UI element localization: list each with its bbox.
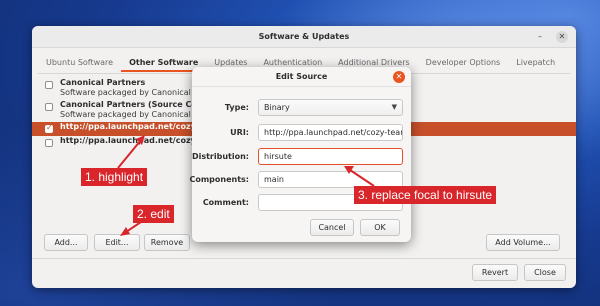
source-checkbox[interactable] (45, 81, 53, 89)
close-icon[interactable]: ✕ (393, 71, 405, 83)
tab-ubuntu-software[interactable]: Ubuntu Software (38, 54, 121, 72)
minimize-icon[interactable]: – (534, 31, 546, 43)
revert-button[interactable]: Revert (472, 264, 518, 281)
components-label: Components: (189, 175, 249, 184)
source-checkbox[interactable] (45, 139, 53, 147)
add-button[interactable]: Add... (44, 234, 88, 251)
window-title: Software & Updates (258, 32, 350, 41)
window-titlebar: Software & Updates – ✕ (32, 26, 576, 48)
uri-label: URI: (230, 128, 249, 137)
close-button[interactable]: Close (524, 264, 566, 281)
distribution-field[interactable]: hirsute (258, 148, 403, 165)
comment-label: Comment: (202, 198, 249, 207)
tab-developer-options[interactable]: Developer Options (418, 54, 509, 72)
add-volume-button[interactable]: Add Volume... (486, 234, 560, 251)
tab-livepatch[interactable]: Livepatch (508, 54, 563, 72)
edit-button[interactable]: Edit... (94, 234, 140, 251)
remove-button[interactable]: Remove (144, 234, 190, 251)
footer-divider (32, 258, 576, 259)
dialog-title: Edit Source (275, 72, 328, 81)
type-value: Binary (264, 103, 290, 112)
uri-field[interactable]: http://ppa.launchpad.net/cozy-team/ (258, 124, 403, 141)
chevron-down-icon: ▼ (391, 103, 397, 111)
cancel-button[interactable]: Cancel (310, 219, 354, 236)
distribution-label: Distribution: (191, 152, 249, 161)
dialog-titlebar: Edit Source ✕ (192, 67, 411, 87)
close-icon[interactable]: ✕ (556, 31, 568, 43)
annotation-step3: 3. replace focal to hirsute (354, 186, 497, 204)
source-checkbox-checked[interactable] (45, 123, 53, 133)
type-select[interactable]: Binary ▼ (258, 99, 403, 116)
annotation-step2: 2. edit (133, 205, 174, 223)
annotation-step1: 1. highlight (81, 168, 148, 186)
source-checkbox[interactable] (45, 103, 53, 111)
edit-source-dialog: Edit Source ✕ Type: Binary ▼ URI: http:/… (189, 67, 411, 242)
type-label: Type: (224, 103, 249, 112)
ok-button[interactable]: OK (360, 219, 400, 236)
